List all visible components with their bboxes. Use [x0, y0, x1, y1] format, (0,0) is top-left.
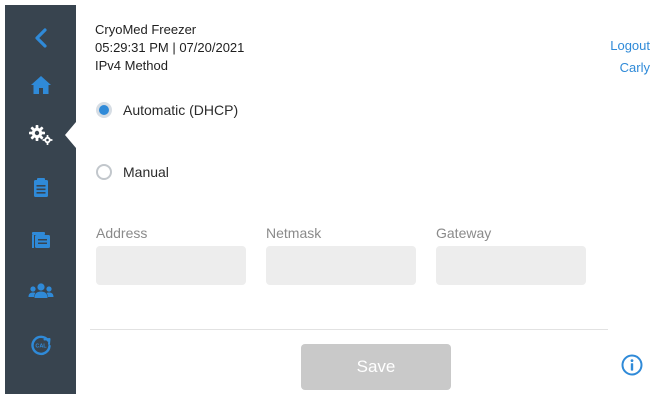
active-indicator	[65, 122, 76, 148]
netmask-input[interactable]	[266, 246, 416, 285]
sidebar-item-calibration[interactable]: CAL	[5, 323, 76, 367]
netmask-label: Netmask	[266, 225, 322, 241]
svg-text:CAL: CAL	[35, 344, 47, 350]
sidebar-item-logs[interactable]	[5, 165, 76, 209]
device-name: CryoMed Freezer	[95, 22, 197, 37]
sidebar-item-files[interactable]	[5, 218, 76, 262]
current-user: Carly	[619, 60, 650, 75]
sidebar-item-back[interactable]	[5, 16, 76, 60]
clipboard-icon	[33, 177, 48, 197]
radio-option-manual[interactable]: Manual	[96, 164, 169, 180]
users-icon	[28, 283, 53, 298]
radio-label-manual: Manual	[123, 164, 169, 180]
radio-label-automatic: Automatic (DHCP)	[123, 102, 239, 118]
address-input[interactable]	[96, 246, 246, 285]
sidebar-item-settings[interactable]	[5, 113, 76, 157]
gateway-input[interactable]	[436, 246, 586, 285]
page-title: IPv4 Method	[95, 58, 168, 73]
logout-link[interactable]: Logout	[610, 38, 650, 53]
sidebar-item-home[interactable]	[5, 63, 76, 107]
home-icon	[30, 76, 51, 94]
calibration-icon: CAL	[30, 335, 51, 356]
save-button[interactable]: Save	[301, 344, 451, 390]
radio-option-automatic-dhcp[interactable]: Automatic (DHCP)	[96, 102, 238, 118]
footer-divider	[90, 329, 608, 330]
sidebar-nav: CAL	[5, 5, 76, 394]
back-chevron-icon	[34, 28, 47, 48]
settings-gears-icon	[28, 125, 52, 145]
radio-button-checked[interactable]	[96, 102, 112, 118]
address-label: Address	[96, 225, 148, 241]
sidebar-item-users[interactable]	[5, 269, 76, 313]
info-icon[interactable]	[621, 354, 643, 376]
gateway-label: Gateway	[436, 225, 492, 241]
files-icon	[31, 232, 50, 248]
current-datetime: 05:29:31 PM | 07/20/2021	[95, 40, 245, 55]
radio-button-unchecked[interactable]	[96, 164, 112, 180]
radio-dot	[99, 105, 109, 115]
main-panel: CryoMed Freezer 05:29:31 PM | 07/20/2021…	[76, 5, 668, 394]
